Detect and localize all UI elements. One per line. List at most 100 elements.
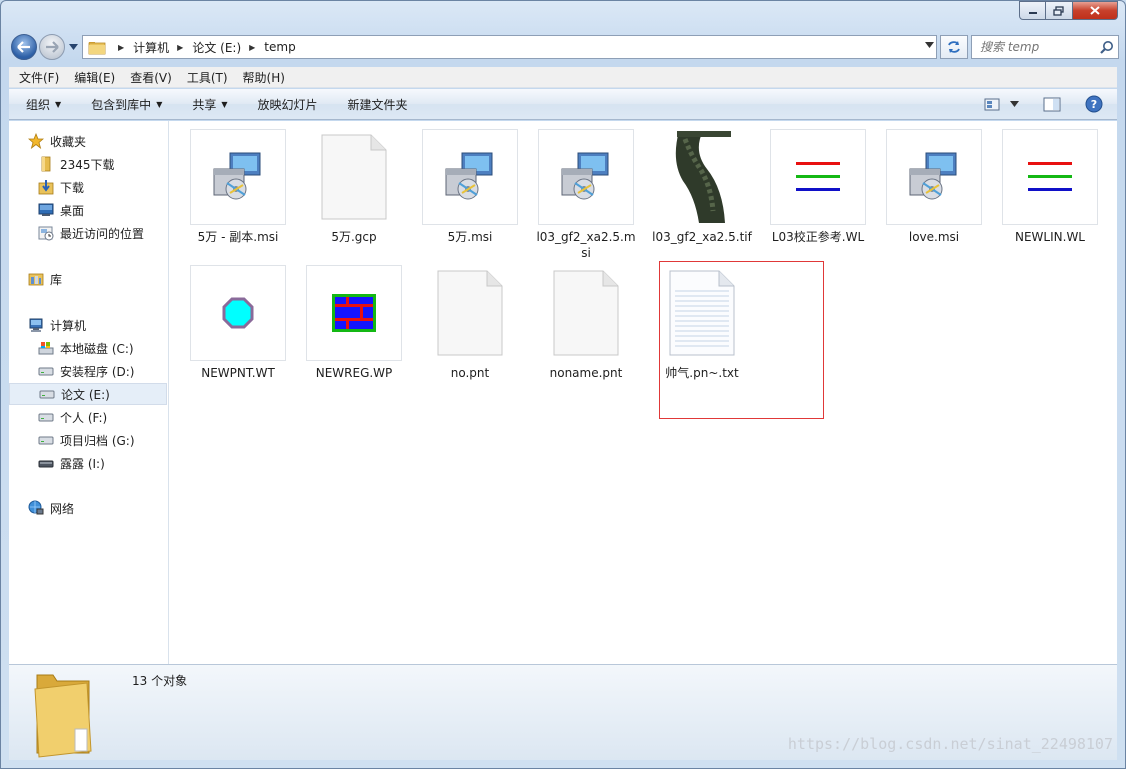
hard-drive-icon bbox=[37, 363, 55, 379]
nav-drive-d-label: 安装程序 (D:) bbox=[60, 364, 135, 379]
menu-tools[interactable]: 工具(T) bbox=[182, 69, 233, 86]
svg-text:?: ? bbox=[1091, 98, 1097, 111]
share-label: 共享 bbox=[192, 97, 217, 112]
folder-icon bbox=[34, 674, 92, 758]
file-item[interactable]: 5万.gcp bbox=[304, 129, 404, 245]
nav-drive-f-label: 个人 (F:) bbox=[60, 410, 108, 425]
file-item[interactable]: NEWREG.WP bbox=[304, 265, 404, 381]
share-button[interactable]: 共享 ▼ bbox=[192, 96, 227, 113]
slideshow-button[interactable]: 放映幻灯片 bbox=[258, 96, 318, 113]
file-item[interactable]: no.pnt bbox=[420, 265, 520, 381]
nav-2345-label: 2345下载 bbox=[60, 157, 115, 172]
file-item[interactable]: noname.pnt bbox=[536, 265, 636, 381]
nav-desktop[interactable]: 桌面 bbox=[9, 199, 167, 221]
menu-file[interactable]: 文件(F) bbox=[14, 69, 64, 86]
file-name: 5万.gcp bbox=[331, 230, 377, 244]
star-icon bbox=[27, 133, 45, 149]
new-folder-button[interactable]: 新建文件夹 bbox=[348, 96, 408, 113]
selection-highlight bbox=[659, 261, 824, 419]
breadcrumb-computer[interactable]: 计算机 bbox=[133, 39, 169, 56]
menu-edit[interactable]: 编辑(E) bbox=[69, 69, 120, 86]
nav-drive-d[interactable]: 安装程序 (D:) bbox=[9, 360, 167, 382]
forward-button[interactable] bbox=[39, 34, 65, 60]
file-name: 5万.msi bbox=[447, 230, 493, 244]
address-bar[interactable]: ▶ 计算机 ▶ 论文 (E:) ▶ temp bbox=[82, 35, 937, 59]
file-list: 5万 - 副本.msi 5万.gcp 5万.msi l03_gf2_xa2.5.… bbox=[170, 121, 1117, 664]
nav-recent-places[interactable]: 最近访问的位置 bbox=[9, 222, 167, 244]
nav-downloads-label: 下载 bbox=[60, 180, 85, 195]
nav-drive-c-label: 本地磁盘 (C:) bbox=[60, 341, 134, 356]
wp-region-thumbnail bbox=[306, 265, 402, 361]
file-name: love.msi bbox=[908, 230, 960, 244]
arrow-right-icon bbox=[46, 41, 59, 53]
include-label: 包含到库中 bbox=[91, 97, 152, 112]
menu-view[interactable]: 查看(V) bbox=[125, 69, 177, 86]
include-in-library-button[interactable]: 包含到库中 ▼ bbox=[91, 96, 162, 113]
minimize-button[interactable] bbox=[1019, 1, 1046, 20]
file-name: NEWPNT.WT bbox=[201, 366, 275, 380]
nav-downloads[interactable]: 下载 bbox=[9, 176, 167, 198]
help-icon[interactable]: ? bbox=[1085, 95, 1103, 113]
refresh-button[interactable] bbox=[940, 35, 968, 59]
chevron-down-icon: ▼ bbox=[55, 99, 62, 109]
breadcrumb-drive-e[interactable]: 论文 (E:) bbox=[192, 39, 241, 56]
search-input[interactable] bbox=[972, 40, 1092, 54]
wl-lines-thumbnail bbox=[770, 129, 866, 225]
breadcrumb-separator[interactable]: ▶ bbox=[118, 43, 124, 52]
nav-network[interactable]: 网络 bbox=[9, 497, 167, 519]
blank-file-icon bbox=[306, 129, 402, 225]
file-item[interactable]: l03_gf2_xa2.5.msi bbox=[536, 129, 636, 261]
recent-pages-button[interactable] bbox=[67, 41, 79, 53]
chevron-down-icon: ▼ bbox=[221, 99, 228, 109]
nav-favorites[interactable]: 收藏夹 bbox=[9, 130, 167, 152]
nav-computer[interactable]: 计算机 bbox=[9, 314, 167, 336]
view-options-chevron-icon[interactable] bbox=[1010, 101, 1019, 107]
file-item[interactable]: NEWPNT.WT bbox=[188, 265, 288, 381]
nav-drive-e[interactable]: 论文 (E:) bbox=[9, 383, 167, 405]
nav-drive-i[interactable]: 露露 (I:) bbox=[9, 452, 167, 474]
network-icon bbox=[27, 500, 45, 516]
file-name: L03校正参考.WL bbox=[771, 230, 865, 244]
removable-drive-icon bbox=[37, 455, 55, 471]
maximize-button[interactable] bbox=[1046, 1, 1073, 20]
organize-button[interactable]: 组织 ▼ bbox=[26, 96, 61, 113]
address-dropdown-icon[interactable] bbox=[925, 42, 934, 48]
tif-image-thumbnail bbox=[654, 129, 750, 225]
nav-libraries[interactable]: 库 bbox=[9, 268, 167, 290]
nav-drive-c[interactable]: 本地磁盘 (C:) bbox=[9, 337, 167, 359]
desktop-icon bbox=[37, 202, 55, 218]
hard-drive-icon bbox=[37, 409, 55, 425]
chevron-down-icon: ▼ bbox=[156, 99, 163, 109]
breadcrumb-separator[interactable]: ▶ bbox=[249, 43, 255, 52]
file-item[interactable]: 5万 - 副本.msi bbox=[188, 129, 288, 245]
search-box[interactable] bbox=[971, 35, 1119, 59]
file-item[interactable]: L03校正参考.WL bbox=[768, 129, 868, 245]
refresh-icon bbox=[948, 41, 960, 53]
file-name: no.pnt bbox=[450, 366, 490, 380]
system-drive-icon bbox=[37, 340, 55, 356]
breadcrumb-separator[interactable]: ▶ bbox=[177, 43, 183, 52]
item-count: 13 个对象 bbox=[132, 674, 188, 688]
hard-drive-icon bbox=[37, 432, 55, 448]
nav-drive-g[interactable]: 项目归档 (G:) bbox=[9, 429, 167, 451]
file-item[interactable]: NEWLIN.WL bbox=[1000, 129, 1100, 245]
file-item[interactable]: love.msi bbox=[884, 129, 984, 245]
back-button[interactable] bbox=[11, 34, 37, 60]
nav-drive-g-label: 项目归档 (G:) bbox=[60, 433, 135, 448]
msi-installer-icon bbox=[538, 129, 634, 225]
file-item[interactable]: l03_gf2_xa2.5.tif bbox=[652, 129, 752, 245]
organize-label: 组织 bbox=[26, 97, 51, 112]
search-icon[interactable] bbox=[1099, 40, 1114, 55]
menu-help[interactable]: 帮助(H) bbox=[238, 69, 290, 86]
breadcrumb-temp[interactable]: temp bbox=[264, 40, 295, 54]
download-folder-icon bbox=[37, 179, 55, 195]
nav-favorites-label: 收藏夹 bbox=[50, 134, 87, 149]
file-item[interactable]: 5万.msi bbox=[420, 129, 520, 245]
command-bar: 组织 ▼ 包含到库中 ▼ 共享 ▼ 放映幻灯片 新建文件夹 ? bbox=[9, 89, 1117, 120]
nav-drive-f[interactable]: 个人 (F:) bbox=[9, 406, 167, 428]
preview-pane-icon[interactable] bbox=[1043, 97, 1061, 112]
folder-icon bbox=[88, 42, 106, 55]
change-view-icon[interactable] bbox=[984, 98, 1000, 111]
nav-2345-downloads[interactable]: 2345下载 bbox=[9, 153, 167, 175]
close-button[interactable] bbox=[1073, 1, 1118, 20]
